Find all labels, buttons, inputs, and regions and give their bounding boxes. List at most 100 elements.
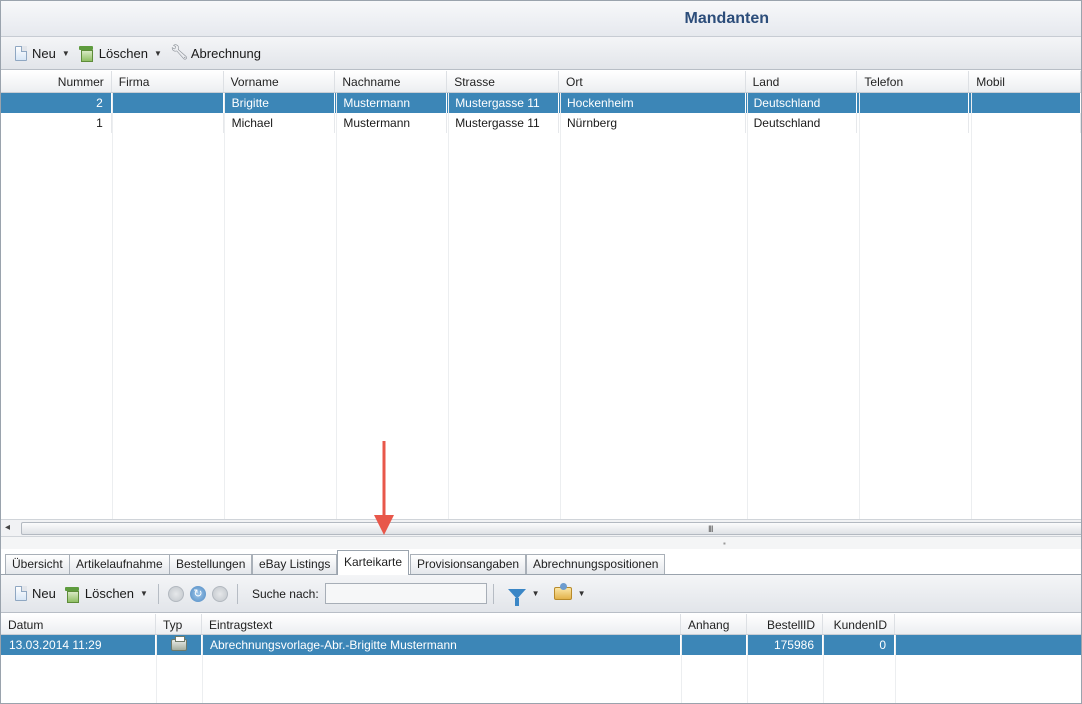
- chevron-down-icon[interactable]: ▼: [532, 589, 540, 598]
- new-button-label: Neu: [32, 45, 56, 61]
- column-header-strasse[interactable]: Strasse: [447, 71, 559, 92]
- chevron-down-icon[interactable]: ▼: [62, 49, 70, 58]
- chevron-down-icon[interactable]: ▼: [140, 589, 148, 598]
- table-row[interactable]: 13.03.2014 11:29 Abrechnungsvorlage-Abr.…: [1, 635, 1081, 655]
- cell-land: Deutschland: [746, 93, 858, 113]
- clients-grid: Nummer Firma Vorname Nachname Strasse Or…: [1, 71, 1081, 519]
- table-row[interactable]: 1 Michael Mustermann Mustergasse 11 Nürn…: [1, 113, 1081, 133]
- column-divider: [156, 635, 157, 703]
- mail-button[interactable]: ▼: [544, 582, 590, 606]
- cell-ort: Hockenheim: [559, 93, 746, 113]
- main-toolbar: Neu ▼ Löschen ▼ 🔧︎ Abrechnung: [1, 37, 1081, 70]
- column-header-bestellid[interactable]: BestellID: [747, 614, 823, 634]
- toolbar-separator: [236, 583, 238, 604]
- column-header-land[interactable]: Land: [746, 71, 858, 92]
- delete-button-label: Löschen: [98, 45, 148, 61]
- column-header-ort[interactable]: Ort: [559, 71, 746, 92]
- filter-button[interactable]: ▼: [500, 582, 544, 606]
- entries-grid-header: Datum Typ Eintragstext Anhang BestellID …: [1, 614, 1081, 635]
- column-header-nachname[interactable]: Nachname: [335, 71, 448, 92]
- column-divider: [747, 635, 748, 703]
- column-header-anhang[interactable]: Anhang: [681, 614, 747, 634]
- scroll-left-icon[interactable]: ◂: [5, 522, 10, 533]
- column-divider: [747, 93, 748, 519]
- cell-vorname: Michael: [224, 113, 336, 133]
- new-document-icon: [15, 45, 27, 61]
- cell-telefon: [857, 113, 970, 133]
- column-header-typ[interactable]: Typ: [156, 614, 202, 634]
- cell-anhang: [681, 635, 747, 655]
- column-divider: [202, 635, 203, 703]
- mail-contact-icon: [553, 583, 572, 600]
- column-divider: [823, 635, 824, 703]
- chevron-down-icon[interactable]: ▼: [578, 589, 586, 598]
- column-header-telefon[interactable]: Telefon: [857, 71, 970, 92]
- tab-abrechnungspositionen[interactable]: Abrechnungspositionen: [526, 554, 666, 574]
- column-divider: [895, 635, 896, 703]
- tab-ebay-listings[interactable]: eBay Listings: [252, 554, 338, 574]
- cell-ort: Nürnberg: [559, 113, 746, 133]
- tab-karteikarte[interactable]: Karteikarte: [337, 550, 410, 575]
- cell-kundenid: 0: [823, 635, 895, 655]
- entries-toolbar: Neu Löschen ▼ ↻ Suche nach: ▼ ▼: [1, 575, 1081, 613]
- printer-icon: [170, 636, 187, 651]
- detail-tabs: Übersicht Artikelaufnahme Bestellungen e…: [1, 549, 1081, 575]
- cell-mobil: [969, 113, 1081, 133]
- horizontal-scrollbar[interactable]: ◂ III: [1, 519, 1081, 537]
- cell-nummer: 1: [1, 113, 112, 133]
- billing-button-label: Abrechnung: [190, 45, 261, 61]
- next-icon[interactable]: [211, 585, 228, 602]
- billing-button[interactable]: 🔧︎ Abrechnung: [166, 41, 265, 65]
- trash-icon: [64, 586, 80, 603]
- cell-telefon: [857, 93, 970, 113]
- cell-nachname: Mustermann: [335, 113, 448, 133]
- delete-entry-label: Löschen: [84, 586, 135, 601]
- column-header-mobil[interactable]: Mobil: [969, 71, 1081, 92]
- cell-nummer: 2: [1, 93, 112, 113]
- cell-eintragstext: Abrechnungsvorlage-Abr.-Brigitte Musterm…: [202, 635, 681, 655]
- tab-artikelaufnahme[interactable]: Artikelaufnahme: [69, 554, 170, 574]
- trash-icon: [78, 45, 94, 62]
- cell-firma: [112, 113, 224, 133]
- column-header-nummer[interactable]: Nummer: [1, 71, 112, 92]
- previous-icon[interactable]: [167, 585, 184, 602]
- cell-typ: [156, 635, 202, 655]
- cell-datum: 13.03.2014 11:29: [1, 635, 156, 655]
- cell-strasse: Mustergasse 11: [447, 93, 559, 113]
- new-entry-label: Neu: [32, 586, 56, 601]
- annotation-arrow-icon: [374, 441, 394, 535]
- cell-bestellid: 175986: [747, 635, 823, 655]
- scrollbar-thumb[interactable]: III: [21, 522, 1081, 535]
- filter-icon: [507, 588, 526, 606]
- column-divider: [560, 93, 561, 519]
- column-divider: [224, 93, 225, 519]
- column-divider: [681, 635, 682, 703]
- tab-provisionsangaben[interactable]: Provisionsangaben: [410, 554, 527, 574]
- column-header-datum[interactable]: Datum: [1, 614, 156, 634]
- chevron-down-icon[interactable]: ▼: [154, 49, 162, 58]
- column-header-eintragstext[interactable]: Eintragstext: [202, 614, 681, 634]
- cell-strasse: Mustergasse 11: [447, 113, 559, 133]
- tab-uebersicht[interactable]: Übersicht: [5, 554, 70, 574]
- column-header-vorname[interactable]: Vorname: [224, 71, 336, 92]
- panel-splitter[interactable]: ▪: [1, 537, 1081, 549]
- delete-button[interactable]: Löschen ▼: [74, 41, 166, 65]
- column-divider: [971, 93, 972, 519]
- cell-mobil: [969, 93, 1081, 113]
- toolbar-separator: [492, 583, 494, 604]
- new-entry-button[interactable]: Neu: [11, 582, 60, 606]
- column-header-kundenid[interactable]: KundenID: [823, 614, 895, 634]
- entries-grid: Datum Typ Eintragstext Anhang BestellID …: [1, 614, 1081, 703]
- table-row[interactable]: 2 Brigitte Mustermann Mustergasse 11 Hoc…: [1, 93, 1081, 113]
- refresh-icon[interactable]: ↻: [189, 585, 206, 602]
- delete-entry-button[interactable]: Löschen ▼: [60, 582, 152, 606]
- wrench-icon: 🔧︎: [169, 44, 189, 61]
- new-button[interactable]: Neu ▼: [11, 41, 74, 65]
- window-frame: Mandanten Neu ▼ Löschen ▼ 🔧︎ Abrechnung …: [0, 0, 1082, 704]
- column-divider: [859, 93, 860, 519]
- column-header-firma[interactable]: Firma: [112, 71, 224, 92]
- search-input[interactable]: [324, 583, 487, 604]
- tab-bestellungen[interactable]: Bestellungen: [169, 554, 253, 574]
- clients-grid-header: Nummer Firma Vorname Nachname Strasse Or…: [1, 71, 1081, 93]
- search-label: Suche nach:: [251, 586, 319, 601]
